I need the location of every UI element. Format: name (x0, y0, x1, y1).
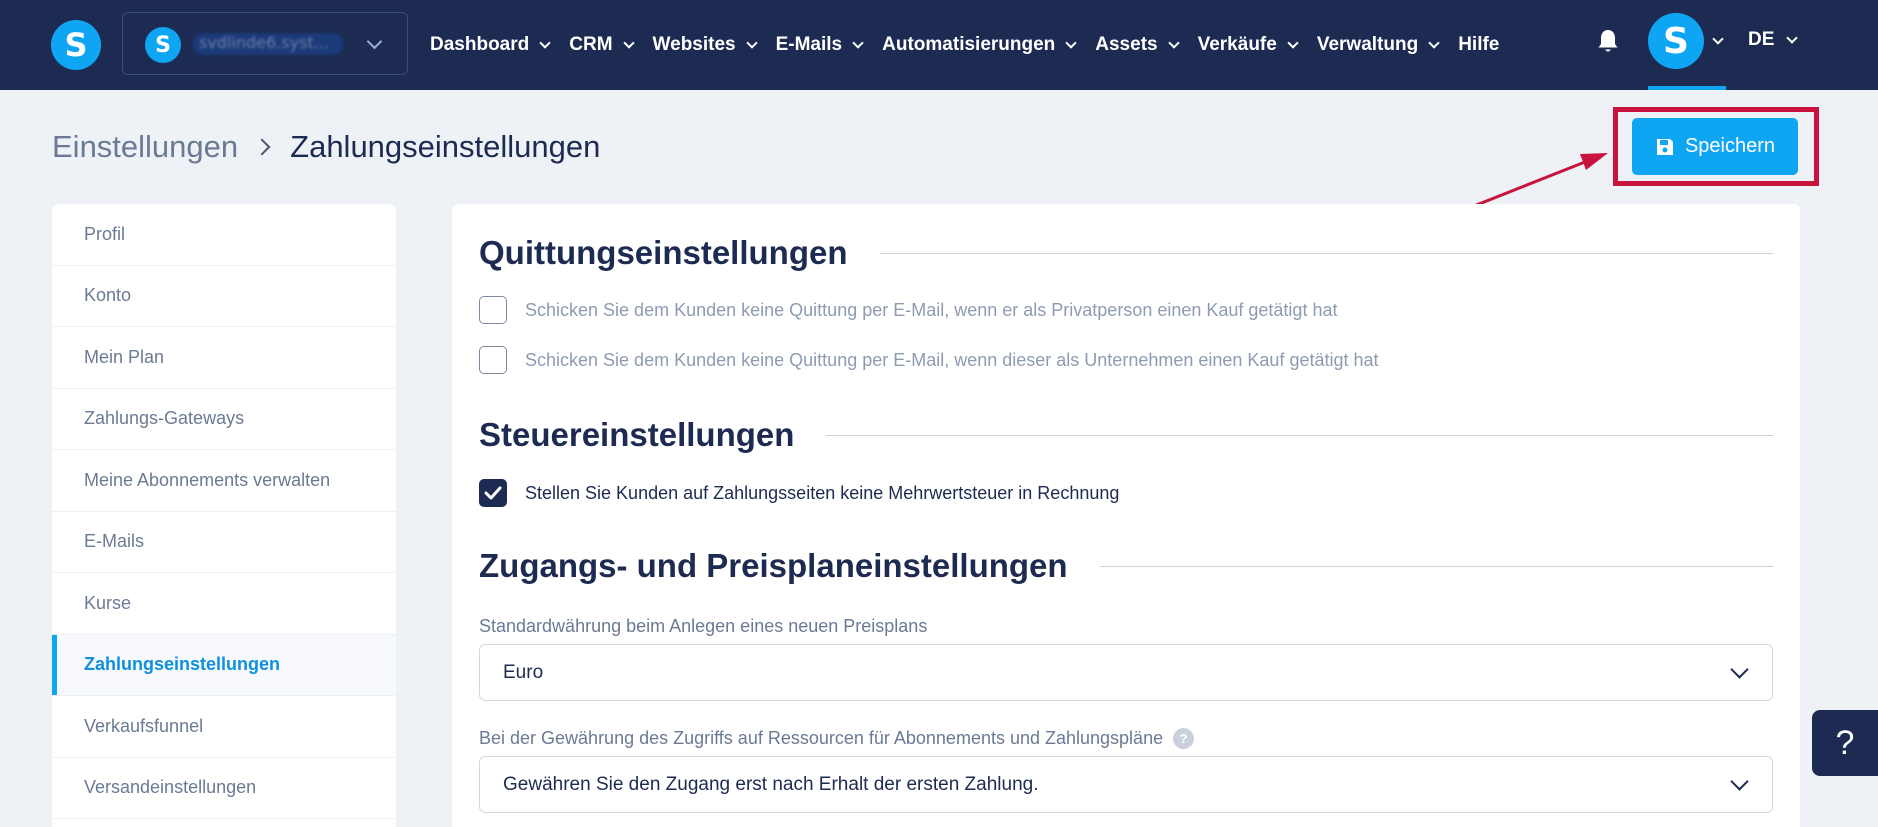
receipt-private-option[interactable]: Schicken Sie dem Kunden keine Quittung p… (479, 296, 1337, 324)
sidebar-item-sales-funnel[interactable]: Verkaufsfunnel (52, 696, 396, 758)
checkmark-icon (484, 486, 502, 500)
sidebar-item-my-plan[interactable]: Mein Plan (52, 327, 396, 389)
receipt-business-option[interactable]: Schicken Sie dem Kunden keine Quittung p… (479, 346, 1379, 374)
chevron-down-icon (1730, 660, 1749, 679)
chevron-down-icon[interactable] (1712, 33, 1724, 45)
nav-websites[interactable]: Websites (652, 34, 758, 56)
sidebar-item-payment-settings[interactable]: Zahlungseinstellungen (52, 634, 396, 696)
checkbox-label: Schicken Sie dem Kunden keine Quittung p… (525, 299, 1338, 320)
chevron-down-icon (852, 36, 864, 49)
main-nav: Dashboard CRM Websites E-Mails Automatis… (430, 0, 1519, 90)
chevron-down-icon (1730, 772, 1749, 791)
nav-assets[interactable]: Assets (1095, 34, 1180, 56)
nav-label: Websites (652, 34, 736, 55)
access-section-title: Zugangs- und Preisplaneinstellungen (479, 547, 1773, 585)
checkbox[interactable] (479, 346, 507, 374)
nav-dashboard[interactable]: Dashboard (430, 34, 551, 56)
nav-label: Verkäufe (1197, 34, 1277, 55)
checkbox[interactable] (479, 296, 507, 324)
select-value: Gewähren Sie den Zugang erst nach Erhalt… (503, 773, 1039, 795)
receipts-section-title: Quittungseinstellungen (479, 234, 1773, 272)
chevron-down-icon (366, 33, 383, 50)
nav-help[interactable]: Hilfe (1458, 34, 1499, 56)
help-button[interactable]: ? (1812, 710, 1878, 776)
chevron-down-icon (1065, 36, 1077, 49)
currency-label: Standardwährung beim Anlegen eines neuen… (479, 616, 928, 636)
sidebar-item-profile[interactable]: Profil (52, 204, 396, 266)
help-icon[interactable]: ? (1173, 728, 1195, 749)
language-label: DE (1748, 29, 1775, 50)
field-label-text: Bei der Gewährung des Zugriffs auf Resso… (479, 728, 1164, 748)
chevron-down-icon (1167, 36, 1180, 49)
nav-automations[interactable]: Automatisierungen (882, 34, 1077, 56)
save-button-label: Speichern (1684, 135, 1776, 157)
chevron-down-icon (1428, 36, 1440, 49)
top-navigation-bar: S S svdlinde6.syst... Dashboard CRM Webs… (0, 0, 1878, 90)
chevron-down-icon (1786, 31, 1799, 44)
section-heading: Zugangs- und Preisplaneinstellungen (479, 547, 1068, 584)
nav-label: Verwaltung (1316, 34, 1419, 55)
nav-crm[interactable]: CRM (569, 34, 635, 56)
checkbox-label: Schicken Sie dem Kunden keine Quittung p… (525, 349, 1379, 370)
divider (826, 434, 1773, 436)
nav-label: E-Mails (775, 34, 843, 55)
tax-section-title: Steuereinstellungen (479, 416, 1773, 454)
currency-select[interactable]: Euro (479, 644, 1773, 701)
checkbox-label: Stellen Sie Kunden auf Zahlungsseiten ke… (525, 482, 1120, 503)
nav-label: CRM (569, 34, 613, 55)
section-heading: Quittungseinstellungen (479, 234, 848, 271)
nav-label: Hilfe (1458, 34, 1500, 55)
bell-icon[interactable] (1597, 28, 1619, 54)
language-selector[interactable]: DE (1748, 29, 1799, 51)
sidebar-item-manage-subscriptions[interactable]: Meine Abonnements verwalten (52, 450, 396, 512)
breadcrumb-parent[interactable]: Einstellungen (52, 129, 238, 165)
settings-panel: Quittungseinstellungen Schicken Sie dem … (452, 204, 1800, 827)
chevron-right-icon (253, 138, 271, 156)
avatar[interactable]: S (1648, 13, 1704, 69)
chevron-down-icon (539, 36, 551, 49)
sidebar-item-payment-gateways[interactable]: Zahlungs-Gateways (52, 389, 396, 450)
section-heading: Steuereinstellungen (479, 416, 795, 453)
grant-access-select[interactable]: Gewähren Sie den Zugang erst nach Erhalt… (479, 756, 1773, 813)
nav-label: Automatisierungen (882, 34, 1056, 55)
checkbox-checked[interactable] (479, 479, 507, 507)
site-selector[interactable]: S svdlinde6.syst... (122, 12, 408, 75)
app-logo[interactable]: S (51, 20, 101, 70)
chevron-down-icon (622, 36, 635, 49)
sidebar-item-emails[interactable]: E-Mails (52, 512, 396, 573)
nav-administration[interactable]: Verwaltung (1316, 34, 1440, 56)
grant-access-label: Bei der Gewährung des Zugriffs auf Resso… (479, 728, 1195, 749)
active-indicator (1648, 86, 1726, 90)
site-name: svdlinde6.syst... (193, 33, 343, 55)
nav-label: Assets (1095, 34, 1158, 55)
nav-sales[interactable]: Verkäufe (1197, 34, 1299, 56)
chevron-down-icon (745, 36, 758, 49)
nav-emails[interactable]: E-Mails (775, 34, 864, 56)
breadcrumb: Einstellungen Zahlungseinstellungen (52, 129, 600, 165)
sidebar-item-courses[interactable]: Kurse (52, 573, 396, 635)
settings-sidebar: Profil Konto Mein Plan Zahlungs-Gateways… (52, 204, 396, 827)
tax-no-vat-option[interactable]: Stellen Sie Kunden auf Zahlungsseiten ke… (479, 479, 1119, 507)
site-logo: S (145, 27, 181, 63)
divider (1099, 565, 1773, 567)
chevron-down-icon (1287, 36, 1299, 49)
page-title: Zahlungseinstellungen (290, 129, 601, 164)
sidebar-item-shipping-settings[interactable]: Versandeinstellungen (52, 758, 396, 819)
floppy-disk-icon (1656, 138, 1673, 155)
save-button[interactable]: Speichern (1632, 118, 1798, 175)
select-value: Euro (503, 661, 544, 683)
divider (879, 252, 1773, 254)
sidebar-item-account[interactable]: Konto (52, 266, 396, 327)
nav-label: Dashboard (430, 34, 530, 55)
